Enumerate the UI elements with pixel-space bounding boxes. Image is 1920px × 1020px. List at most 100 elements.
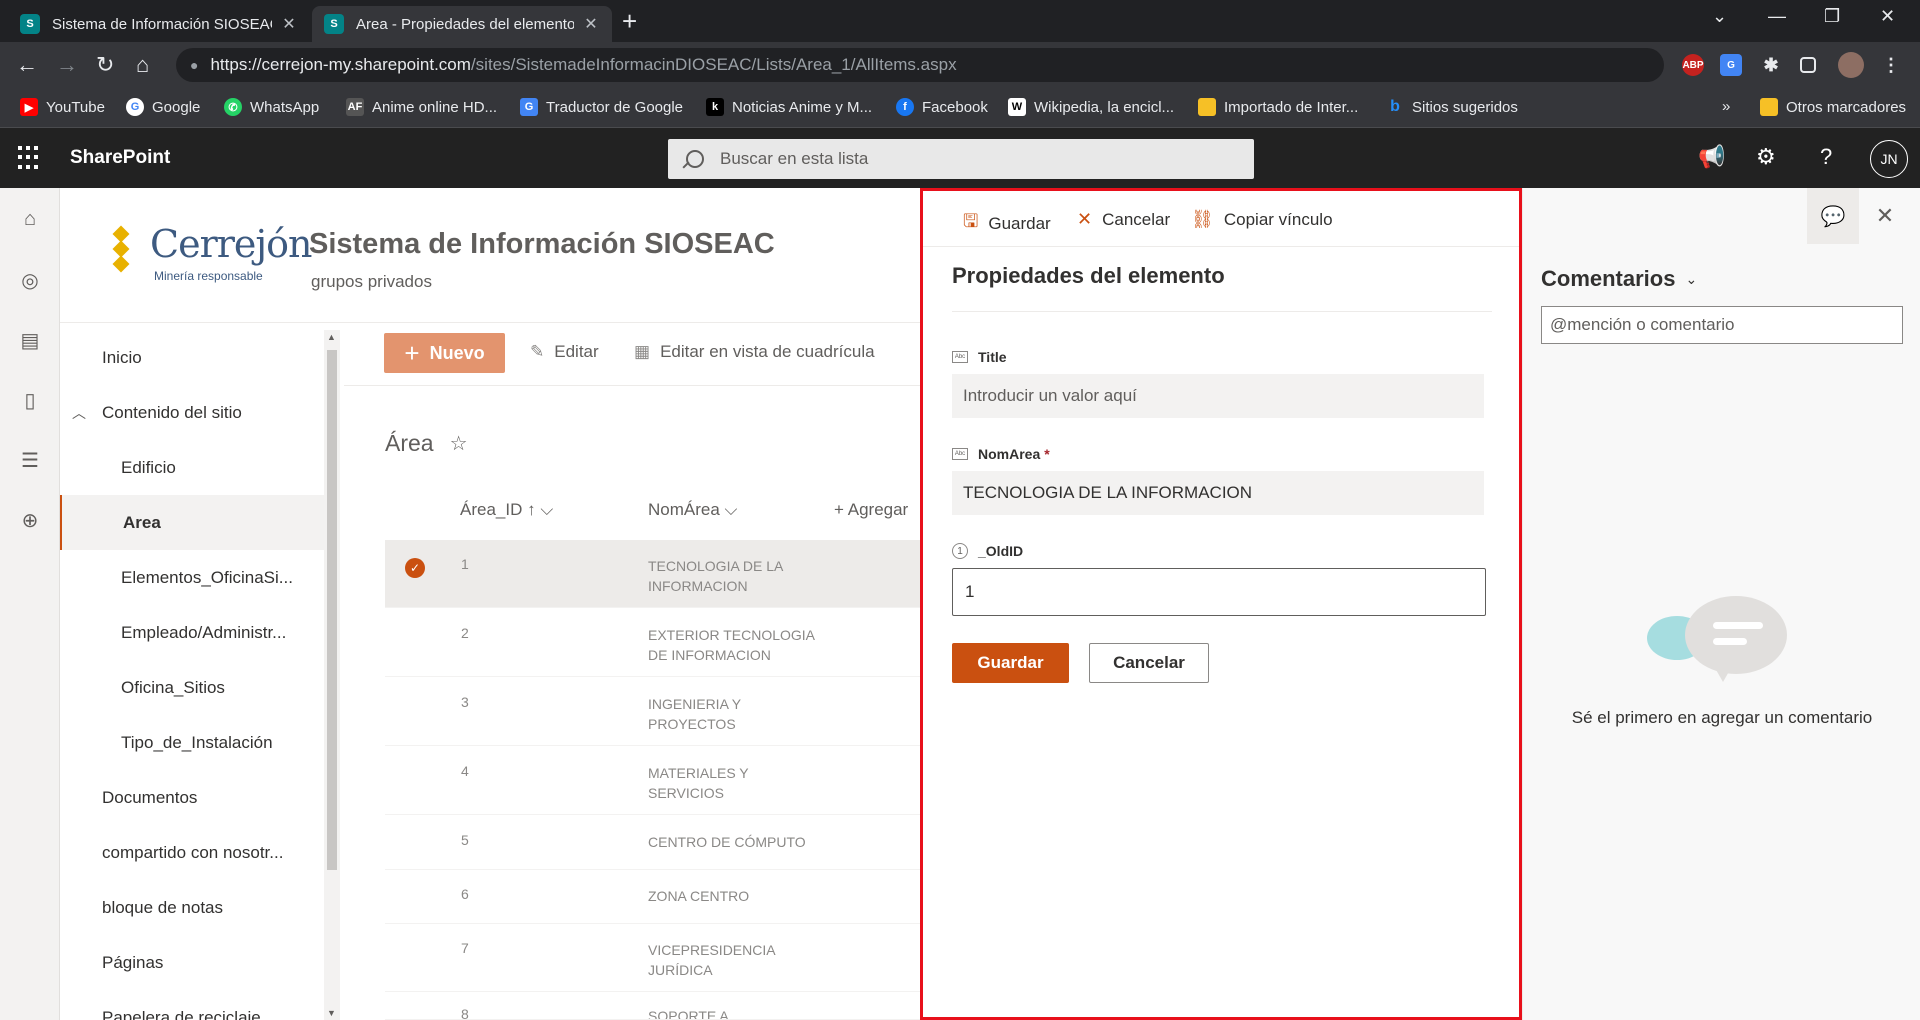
table-row[interactable]: 6 ZONA CENTRO (385, 870, 920, 924)
table-row[interactable]: ✓ 1 TECNOLOGIA DE LA INFORMACION (385, 540, 920, 608)
add-column-button[interactable]: + Agregar (834, 500, 908, 520)
other-bookmarks[interactable]: Otros marcadores (1760, 98, 1906, 116)
profile-avatar-icon[interactable] (1838, 52, 1864, 78)
browser-tab[interactable]: S Sistema de Información SIOSEAC ✕ (8, 6, 310, 42)
back-icon[interactable]: ← (16, 52, 38, 78)
table-row[interactable]: 7 VICEPRESIDENCIA JURÍDICA (385, 924, 920, 992)
list-icon[interactable]: ☰ (18, 448, 42, 472)
nav-item-notas[interactable]: bloque de notas (60, 880, 324, 935)
bookmark-anime[interactable]: AF Anime online HD... (346, 98, 497, 116)
edit-button[interactable]: ✎ Editar (530, 342, 599, 362)
site-title[interactable]: Sistema de Información SIOSEAC (309, 228, 775, 261)
comment-input[interactable]: @mención o comentario (1541, 306, 1903, 344)
title-field[interactable]: Introducir un valor aquí (952, 374, 1484, 418)
scrollbar-thumb[interactable] (327, 350, 337, 870)
add-circle-icon[interactable]: ⊕ (18, 508, 42, 532)
checkmark-icon[interactable]: ✓ (405, 558, 425, 578)
toolbar-cancel-button[interactable]: ✕ Cancelar (1077, 209, 1170, 230)
nav-item-contenido[interactable]: ︿ Contenido del sitio (60, 385, 324, 440)
scroll-up-icon[interactable]: ▲ (327, 332, 336, 342)
nav-label: Oficina_Sitios (121, 677, 225, 697)
adblock-icon[interactable]: ABP (1682, 54, 1704, 76)
table-row[interactable]: 3 INGENIERIA Y PROYECTOS (385, 678, 920, 746)
user-avatar[interactable]: JN (1870, 140, 1908, 178)
new-item-button[interactable]: + Nuevo (384, 333, 505, 373)
nav-item-paginas[interactable]: Páginas (60, 935, 324, 990)
list-search-box[interactable]: Buscar en esta lista (668, 139, 1254, 179)
nav-item-oficina[interactable]: Oficina_Sitios (60, 660, 324, 715)
bookmark-folder[interactable]: Importado de Inter... (1198, 98, 1358, 116)
table-row[interactable]: 2 EXTERIOR TECNOLOGIA DE INFORMACION (385, 609, 920, 677)
address-bar[interactable]: ● https://cerrejon-my.sharepoint.com/sit… (176, 48, 1664, 82)
oldid-input[interactable]: 1 (952, 568, 1486, 616)
forward-icon[interactable]: → (56, 52, 78, 78)
column-header-id[interactable]: Área_ID ↑ ⌵ (460, 500, 553, 520)
cell-nomarea: SOPORTE A (648, 1008, 729, 1020)
minimize-icon[interactable]: — (1768, 6, 1786, 27)
side-panel-icon[interactable] (1800, 57, 1816, 73)
nav-scrollbar[interactable]: ▲ ▼ (324, 330, 340, 1020)
site-logo[interactable]: Cerrejón Minería responsable (112, 222, 313, 286)
translate-extension-icon[interactable]: G (1720, 54, 1742, 76)
toolbar-save-button[interactable]: 🖫 Guardar (963, 209, 1051, 239)
nomarea-field[interactable]: TECNOLOGIA DE LA INFORMACION (952, 471, 1484, 515)
table-row[interactable]: 5 CENTRO DE CÓMPUTO (385, 816, 920, 870)
comments-toggle-icon[interactable]: 💬 (1807, 188, 1859, 244)
scroll-down-icon[interactable]: ▼ (327, 1008, 336, 1018)
site-info-icon[interactable]: ● (190, 57, 198, 73)
bookmark-youtube[interactable]: ▶ YouTube (20, 98, 105, 116)
save-button[interactable]: Guardar (952, 643, 1069, 683)
close-window-icon[interactable]: ✕ (1880, 6, 1895, 27)
chevron-up-icon[interactable]: ︿ (72, 403, 86, 423)
column-header-nomarea[interactable]: NomÁrea ⌵ (648, 500, 737, 520)
news-icon[interactable]: ▤ (18, 328, 42, 352)
close-icon[interactable]: ✕ (1859, 188, 1911, 244)
browser-menu-icon[interactable]: ⋮ (1880, 54, 1902, 76)
bookmark-facebook[interactable]: f Facebook (896, 98, 988, 116)
nav-item-edificio[interactable]: Edificio (60, 440, 324, 495)
globe-icon[interactable]: ◎ (18, 268, 42, 292)
nav-item-empleado[interactable]: Empleado/Administr... (60, 605, 324, 660)
help-icon[interactable]: ? (1820, 144, 1832, 170)
new-tab-icon[interactable]: + (622, 8, 637, 34)
restore-icon[interactable]: ❐ (1824, 6, 1840, 27)
grid-edit-button[interactable]: ▦ Editar en vista de cuadrícula (634, 342, 875, 362)
bookmark-noticias[interactable]: k Noticias Anime y M... (706, 98, 872, 116)
megaphone-icon[interactable]: 📢 (1698, 144, 1725, 170)
nav-item-documentos[interactable]: Documentos (60, 770, 324, 825)
document-icon[interactable]: ▯ (18, 388, 42, 412)
nav-item-compartido[interactable]: compartido con nosotr... (60, 825, 324, 880)
bookmark-whatsapp[interactable]: ✆ WhatsApp (224, 98, 319, 116)
bookmark-translate[interactable]: G Traductor de Google (520, 98, 683, 116)
plus-icon: + (834, 500, 844, 519)
sharepoint-brand[interactable]: SharePoint (70, 147, 170, 169)
favorite-star-icon[interactable]: ☆ (450, 431, 468, 456)
nav-item-papelera[interactable]: Papelera de reciclaje (60, 990, 324, 1020)
bookmark-wikipedia[interactable]: W Wikipedia, la encicl... (1008, 98, 1174, 116)
text-field-icon: Abc (952, 351, 968, 363)
bookmarks-overflow[interactable]: » (1722, 98, 1730, 115)
bookmark-sugeridos[interactable]: b Sitios sugeridos (1386, 98, 1518, 116)
nav-item-tipo[interactable]: Tipo_de_Instalación (60, 715, 324, 770)
close-tab-icon[interactable]: ✕ (280, 14, 298, 34)
close-tab-icon[interactable]: ✕ (582, 14, 600, 34)
bookmark-google[interactable]: G Google (126, 98, 200, 116)
reload-icon[interactable]: ↻ (96, 52, 114, 78)
cancel-button[interactable]: Cancelar (1089, 643, 1209, 683)
copy-link-button[interactable]: ⛓ Copiar vínculo (1191, 209, 1333, 230)
nav-item-elementos[interactable]: Elementos_OficinaSi... (60, 550, 324, 605)
app-launcher-icon[interactable] (18, 146, 42, 170)
sharepoint-header: SharePoint Buscar en esta lista 📢 ⚙ ? JN (0, 128, 1920, 188)
home-icon[interactable]: ⌂ (136, 52, 149, 78)
url-path: /sites/SistemadeInformacinDIOSEAC/Lists/… (470, 55, 957, 74)
comments-title[interactable]: Comentarios ⌄ (1541, 266, 1697, 292)
extensions-puzzle-icon[interactable]: ✱ (1760, 54, 1782, 76)
home-icon[interactable]: ⌂ (18, 208, 42, 232)
tab-search-icon[interactable]: ⌄ (1712, 6, 1727, 27)
table-row[interactable]: 8 SOPORTE A (385, 992, 920, 1020)
gear-icon[interactable]: ⚙ (1756, 144, 1776, 170)
nav-item-area[interactable]: Area (60, 495, 324, 550)
browser-tab-active[interactable]: S Area - Propiedades del elemento ✕ (312, 6, 612, 42)
nav-item-inicio[interactable]: Inicio (60, 330, 324, 385)
table-row[interactable]: 4 MATERIALES Y SERVICIOS (385, 747, 920, 815)
